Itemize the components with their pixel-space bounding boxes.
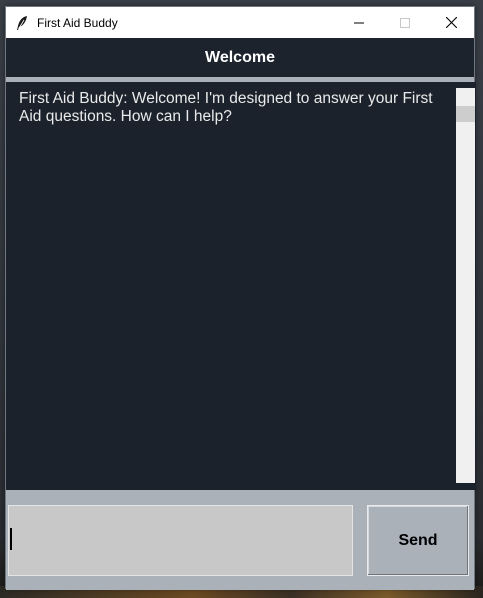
close-button[interactable] (428, 7, 474, 38)
window-controls (336, 7, 474, 38)
maximize-button[interactable] (382, 7, 428, 38)
close-icon (445, 17, 457, 28)
chat-message: First Aid Buddy: Welcome! I'm designed t… (19, 90, 433, 125)
maximize-icon (400, 17, 410, 28)
chat-log[interactable]: First Aid Buddy: Welcome! I'm designed t… (6, 82, 456, 490)
text-caret (10, 528, 12, 550)
header-bar: Welcome (6, 38, 474, 77)
minimize-icon (354, 22, 364, 23)
title-bar[interactable]: First Aid Buddy (6, 7, 474, 38)
chat-scrollbar[interactable] (456, 82, 476, 490)
scrollbar-trough[interactable] (456, 88, 475, 483)
app-window: First Aid Buddy Welcome First Aid Buddy:… (5, 6, 476, 590)
window-title: First Aid Buddy (37, 15, 118, 30)
minimize-button[interactable] (336, 7, 382, 38)
page-title: Welcome (205, 48, 275, 66)
message-input[interactable] (8, 505, 353, 576)
feather-icon (9, 7, 35, 38)
composer-row: Send (6, 490, 474, 590)
send-button[interactable]: Send (367, 505, 469, 576)
scrollbar-thumb[interactable] (456, 106, 475, 122)
